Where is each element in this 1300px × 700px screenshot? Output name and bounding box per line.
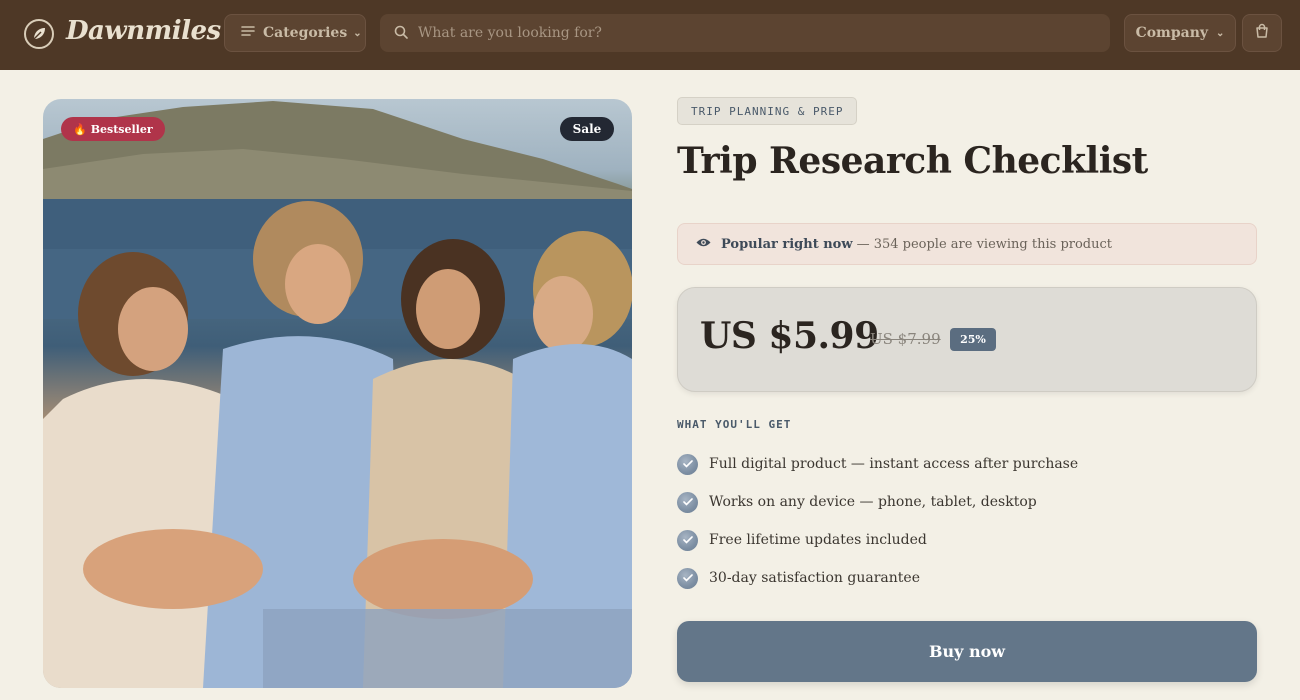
categories-label: Categories bbox=[263, 25, 348, 41]
feature-text: Free lifetime updates included bbox=[709, 532, 927, 548]
menu-icon bbox=[241, 25, 255, 41]
shopping-bag-icon bbox=[1254, 23, 1270, 43]
check-icon bbox=[677, 567, 698, 589]
feature-item: Full digital product — instant access af… bbox=[677, 453, 1078, 475]
check-icon bbox=[677, 529, 698, 551]
company-button[interactable]: Company ⌄ bbox=[1124, 14, 1236, 52]
check-icon bbox=[677, 491, 698, 513]
search-bar[interactable] bbox=[380, 14, 1110, 52]
leaf-logo-icon[interactable] bbox=[24, 19, 54, 49]
feature-item: Works on any device — phone, tablet, des… bbox=[677, 491, 1037, 513]
viewer-count-text: — 354 people are viewing this product bbox=[856, 236, 1113, 252]
discount-badge: 25% bbox=[950, 328, 996, 351]
bestseller-badge: 🔥 Bestseller bbox=[61, 117, 165, 141]
top-nav: Dawnmiles Categories ⌄ Company ⌄ bbox=[0, 0, 1300, 70]
product-image[interactable] bbox=[43, 99, 632, 688]
features-heading: WHAT YOU'LL GET bbox=[677, 418, 792, 431]
categories-button[interactable]: Categories ⌄ bbox=[224, 14, 366, 52]
chevron-down-icon: ⌄ bbox=[1216, 27, 1225, 39]
search-input[interactable] bbox=[418, 25, 1058, 41]
feature-text: 30-day satisfaction guarantee bbox=[709, 570, 920, 586]
popular-label: Popular right now bbox=[721, 236, 853, 252]
feature-text: Works on any device — phone, tablet, des… bbox=[709, 494, 1037, 510]
bestseller-label: Bestseller bbox=[90, 122, 153, 136]
buy-now-button[interactable]: Buy now bbox=[677, 621, 1257, 682]
price-box: US $5.99 US $7.99 25% bbox=[677, 287, 1257, 392]
search-icon bbox=[394, 24, 408, 43]
check-icon bbox=[677, 453, 698, 475]
chevron-down-icon: ⌄ bbox=[353, 27, 362, 39]
cart-button[interactable] bbox=[1242, 14, 1282, 52]
product-title: Trip Research Checklist bbox=[677, 140, 1148, 182]
feature-item: 30-day satisfaction guarantee bbox=[677, 567, 920, 589]
brand-logo[interactable]: Dawnmiles bbox=[66, 16, 221, 46]
feature-text: Full digital product — instant access af… bbox=[709, 456, 1079, 472]
fire-icon: 🔥 bbox=[73, 122, 87, 136]
sale-badge: Sale bbox=[560, 117, 614, 141]
popular-notice: Popular right now — 354 people are viewi… bbox=[677, 223, 1257, 265]
feature-item: Free lifetime updates included bbox=[677, 529, 927, 551]
current-price: US $5.99 bbox=[700, 315, 879, 357]
company-label: Company bbox=[1135, 25, 1209, 41]
original-price: US $7.99 bbox=[870, 330, 941, 348]
eye-icon bbox=[696, 237, 711, 252]
category-tag[interactable]: TRIP PLANNING & PREP bbox=[677, 97, 858, 125]
